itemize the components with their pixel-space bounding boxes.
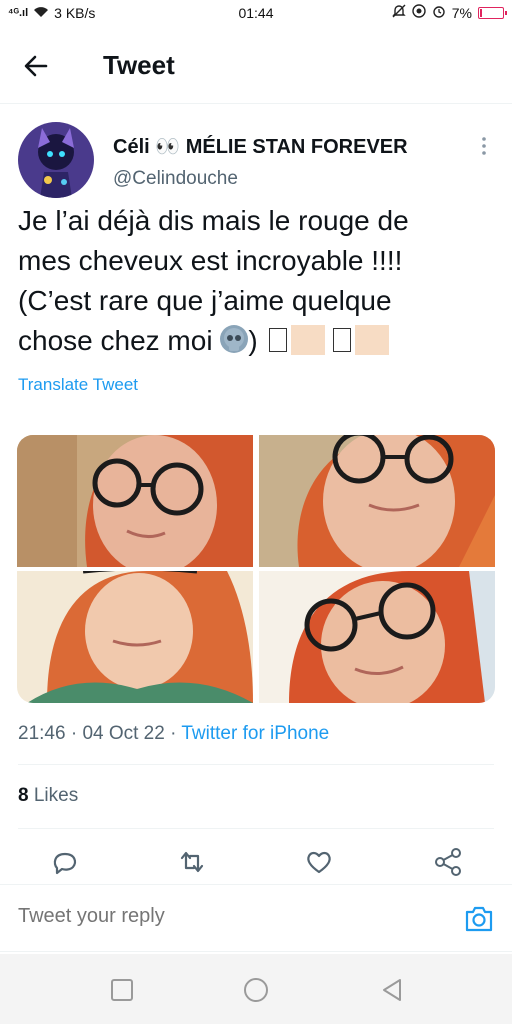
camera-icon	[465, 906, 493, 932]
battery-icon	[478, 6, 507, 19]
user-handle[interactable]: @Celindouche	[113, 168, 238, 190]
tweet-source-link[interactable]: Twitter for iPhone	[181, 723, 329, 744]
camera-button[interactable]	[464, 905, 494, 933]
home-button[interactable]	[242, 976, 270, 1004]
photo-1[interactable]	[17, 435, 253, 567]
skin-tone-swatch-icon	[291, 325, 326, 355]
tweet-author: Céli 👀 MÉLIE STAN FOREVER @Celindouche	[18, 122, 498, 202]
battery-percent: 7%	[451, 4, 472, 21]
heart-icon	[307, 851, 331, 874]
photo-4[interactable]	[259, 571, 495, 703]
square-icon	[111, 979, 133, 1001]
like-button[interactable]	[303, 846, 335, 878]
missing-glyph-icon	[269, 328, 288, 352]
arrow-left-icon	[24, 55, 48, 77]
back-button[interactable]	[20, 50, 60, 82]
divider	[18, 764, 494, 765]
recents-button[interactable]	[108, 976, 136, 1004]
likes-label: Likes	[33, 785, 79, 806]
system-nav-bar	[0, 954, 512, 1024]
reply-icon	[53, 852, 76, 875]
retweet-icon	[180, 851, 204, 873]
translate-tweet-link[interactable]: Translate Tweet	[18, 375, 138, 395]
tweet-text-line-last: chose chez moi )	[18, 321, 494, 361]
share-icon	[435, 848, 461, 876]
retweet-button[interactable]	[176, 846, 208, 878]
likes-number: 8	[18, 785, 29, 806]
tweet-text-line: mes cheveux est incroyable !!!!	[18, 245, 403, 276]
reply-composer	[0, 884, 512, 952]
tweet-date: 04 Oct 22	[82, 723, 165, 744]
reply-input[interactable]	[18, 905, 418, 928]
alarm-icon	[432, 4, 446, 21]
tweet-text-line: Je l’ai déjà dis mais le rouge de	[18, 205, 409, 236]
photo-3[interactable]	[17, 571, 253, 703]
tweet-actions	[0, 840, 512, 884]
tweet-text-line: (C’est rare que j’aime quelque	[18, 285, 392, 316]
tweet-text: Je l’ai déjà dis mais le rouge de mes ch…	[18, 201, 494, 361]
tweet-timestamp: 21:46 · 04 Oct 22 · Twitter for iPhone	[18, 723, 330, 744]
more-options-button[interactable]	[476, 136, 492, 156]
triangle-back-icon	[383, 979, 401, 1001]
circle-icon	[244, 978, 268, 1002]
clock: 01:44	[238, 5, 274, 21]
avatar[interactable]	[18, 122, 94, 198]
tweet-text-line: chose chez moi	[18, 325, 213, 356]
divider	[18, 828, 494, 829]
status-bar: ⁴ᴳ.ıl 3 KB/s 01:44 7%	[0, 0, 512, 28]
closing-paren: )	[248, 325, 258, 356]
display-name[interactable]: Céli 👀 MÉLIE STAN FOREVER	[113, 134, 408, 159]
share-button[interactable]	[432, 846, 464, 878]
page-title: Tweet	[103, 50, 175, 80]
data-saver-icon	[412, 4, 426, 21]
skull-emoji-icon	[220, 325, 249, 353]
mute-icon	[392, 4, 406, 21]
missing-glyph-icon	[333, 328, 352, 352]
media-grid	[17, 435, 495, 703]
photo-2[interactable]	[259, 435, 495, 567]
nav-back-button[interactable]	[378, 976, 406, 1004]
reply-button[interactable]	[49, 846, 81, 878]
likes-count[interactable]: 8 Likes	[18, 785, 78, 807]
tweet-time: 21:46	[18, 723, 66, 744]
more-vertical-icon	[482, 137, 486, 155]
skin-tone-swatch-icon	[355, 325, 390, 355]
top-app-bar: Tweet	[0, 28, 512, 104]
